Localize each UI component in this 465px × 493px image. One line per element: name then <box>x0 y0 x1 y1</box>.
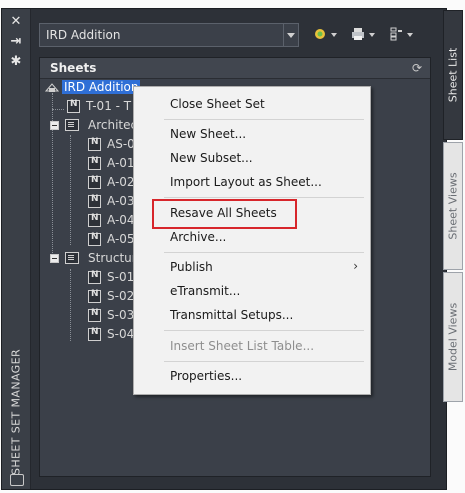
tree-item-label: A-03 <box>107 194 135 208</box>
menu-item-transmittal-setups[interactable]: Transmittal Setups... <box>134 304 370 328</box>
sheet-icon <box>88 213 101 227</box>
submenu-arrow-icon: › <box>353 259 358 273</box>
tab-label: Model Views <box>446 302 460 372</box>
collapse-icon[interactable] <box>50 254 59 263</box>
sheet-icon <box>88 194 101 208</box>
menu-item-close-sheet-set[interactable]: Close Sheet Set <box>134 93 370 117</box>
menu-item-label: Import Layout as Sheet... <box>170 175 322 189</box>
tree-connector <box>52 109 64 110</box>
tab-label: Sheet List <box>446 47 460 103</box>
tree-item-label: A-02 <box>107 175 135 189</box>
menu-item-new-sheet[interactable]: New Sheet... <box>134 123 370 147</box>
menu-item-label: Close Sheet Set <box>170 97 265 111</box>
tab-sheet-list[interactable]: Sheet List <box>443 10 463 140</box>
menu-separator <box>164 119 364 120</box>
sheet-icon <box>88 175 101 189</box>
chevron-down-icon[interactable] <box>283 24 298 46</box>
sheet-icon <box>88 289 101 303</box>
chevron-down-icon <box>331 33 337 37</box>
sheets-panel-header: Sheets ⟳ <box>40 58 430 79</box>
sheet-icon <box>88 137 101 151</box>
tab-sheet-views[interactable]: Sheet Views <box>443 142 463 270</box>
menu-item-label: Insert Sheet List Table... <box>170 339 315 353</box>
menu-separator <box>164 197 364 198</box>
menu-item-new-subset[interactable]: New Subset... <box>134 147 370 171</box>
tree-item-label: T-01 - T <box>86 99 132 113</box>
chevron-down-icon <box>369 33 375 37</box>
menu-item-label: Archive... <box>170 230 227 244</box>
context-menu: Close Sheet Set New Sheet... New Subset.… <box>133 86 371 395</box>
toolbar: IRD Addition <box>39 23 429 49</box>
menu-item-label: New Subset... <box>170 151 253 165</box>
menu-item-insert-sheet-list-table: Insert Sheet List Table... <box>134 335 370 359</box>
subset-icon <box>65 252 79 264</box>
sheet-set-icon <box>315 29 325 39</box>
menu-item-publish[interactable]: Publish › <box>134 256 370 280</box>
sheet-icon <box>88 327 101 341</box>
menu-item-label: eTransmit... <box>170 284 241 298</box>
tab-label: Sheet Views <box>446 172 460 240</box>
menu-item-import-layout[interactable]: Import Layout as Sheet... <box>134 171 370 195</box>
palette-tabs: Sheet List Sheet Views Model Views <box>443 10 463 480</box>
sheetset-dropdown[interactable]: IRD Addition <box>39 23 299 47</box>
tree-connector <box>70 269 71 341</box>
refresh-icon[interactable]: ⟳ <box>412 61 422 75</box>
chevron-down-icon <box>407 33 413 37</box>
close-icon[interactable]: ✕ <box>9 15 23 29</box>
tree-item-label: Structur <box>88 251 137 265</box>
menu-item-properties[interactable]: Properties... <box>134 365 370 389</box>
tree-item-label: Architec <box>88 118 138 132</box>
menu-item-label: Transmittal Setups... <box>170 308 294 322</box>
sheet-icon <box>88 232 101 246</box>
autohide-icon[interactable]: ⇥ <box>9 35 23 49</box>
palette-titlebar: ✕ ⇥ ✱ SHEET SET MANAGER <box>2 9 31 489</box>
menu-item-label: New Sheet... <box>170 127 247 141</box>
palette-title-text: SHEET SET MANAGER <box>9 348 23 475</box>
highlight-box <box>152 199 297 229</box>
tree-item-label: AS-0 <box>107 137 135 151</box>
tree-item-label: S-03 <box>107 308 135 322</box>
tab-model-views[interactable]: Model Views <box>443 272 463 402</box>
tree-root-label: IRD Addition <box>62 80 141 94</box>
palette-title: SHEET SET MANAGER <box>4 348 28 475</box>
properties-icon[interactable]: ✱ <box>9 55 23 69</box>
tree-item-label: S-01 <box>107 270 135 284</box>
sheet-icon <box>88 270 101 284</box>
tree-connector <box>52 93 53 263</box>
tree-item-label: A-05 <box>107 232 135 246</box>
menu-separator <box>164 361 364 362</box>
palette-settings-icon[interactable] <box>10 474 24 486</box>
menu-item-etransmit[interactable]: eTransmit... <box>134 280 370 304</box>
menu-item-archive[interactable]: Archive... <box>134 226 370 250</box>
sheet-icon <box>88 156 101 170</box>
app-frame: ✕ ⇥ ✱ SHEET SET MANAGER IRD Addition She… <box>0 0 465 493</box>
tree-item-label: A-04 <box>107 213 135 227</box>
sheet-set-icon <box>45 83 59 92</box>
tree-item-label: S-04 <box>107 327 135 341</box>
sheetset-dropdown-value: IRD Addition <box>46 28 121 42</box>
tree-connector <box>70 135 71 245</box>
sheets-panel-title: Sheets <box>50 61 97 75</box>
collapse-icon[interactable] <box>50 121 59 130</box>
sheet-icon <box>67 99 80 113</box>
sheet-icon <box>88 308 101 322</box>
menu-item-label: Properties... <box>170 369 243 383</box>
menu-item-label: Publish <box>170 260 213 274</box>
sheet-selections-icon <box>390 27 402 41</box>
menu-separator <box>164 330 364 331</box>
subset-icon <box>65 119 79 131</box>
menu-separator <box>164 252 364 253</box>
tree-item-label: A-01 <box>107 156 135 170</box>
printer-icon <box>352 28 364 40</box>
tree-item-label: S-02 <box>107 289 135 303</box>
